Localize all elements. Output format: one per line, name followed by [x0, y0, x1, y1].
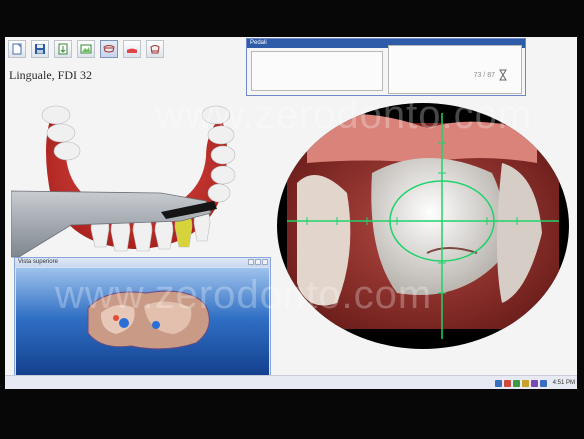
crown-tool-button[interactable] [146, 40, 164, 58]
taskbar: 4:51 PM [5, 375, 577, 389]
camera-tool-button[interactable] [100, 40, 118, 58]
camera-tool-icon [103, 45, 115, 53]
save-button[interactable] [31, 40, 49, 58]
system-tray: 4:51 PM [494, 377, 575, 389]
close-icon[interactable] [262, 259, 268, 265]
scan-3d-canvas[interactable] [16, 268, 269, 380]
intraoral-camera-view[interactable] [277, 103, 569, 349]
hourglass-icon [499, 69, 507, 81]
new-document-icon [12, 43, 22, 55]
scanned-teeth-mesh [87, 290, 210, 350]
new-document-button[interactable] [8, 40, 26, 58]
image-button[interactable] [77, 40, 95, 58]
update-icon[interactable] [521, 379, 529, 387]
device-icon[interactable] [512, 379, 520, 387]
taskbar-clock[interactable]: 4:51 PM [553, 380, 575, 386]
window-controls [248, 259, 268, 265]
app-tray-icon[interactable] [530, 379, 538, 387]
maximize-icon[interactable] [255, 259, 261, 265]
photo-frame: Linguale, FDI 32 Pedali 73 / 87 Vista su… [0, 0, 584, 439]
minimize-icon[interactable] [248, 259, 254, 265]
network-icon[interactable] [494, 379, 502, 387]
volume-icon[interactable] [539, 379, 547, 387]
monitor-screen: Linguale, FDI 32 Pedali 73 / 87 Vista su… [5, 37, 577, 389]
scan-tool-button[interactable] [123, 40, 141, 58]
antivirus-icon[interactable] [503, 379, 511, 387]
scan-tool-icon [127, 47, 137, 53]
scan-window-title: Vista superiore [18, 259, 58, 265]
scan-preview-window: Vista superiore [14, 257, 271, 381]
pedali-left-pane[interactable] [251, 51, 383, 91]
pedali-right-pane[interactable]: 73 / 87 [388, 45, 522, 94]
view-title: Linguale, FDI 32 [9, 68, 92, 82]
image-icon [80, 44, 92, 54]
export-icon [58, 43, 68, 55]
pedali-counter: 73 / 87 [473, 72, 495, 79]
export-button[interactable] [54, 40, 72, 58]
crown-tool-icon [150, 45, 160, 54]
save-icon [35, 44, 45, 54]
pedali-panel: Pedali 73 / 87 [246, 38, 526, 96]
main-toolbar [5, 40, 164, 66]
scan-window-titlebar[interactable]: Vista superiore [15, 258, 270, 267]
